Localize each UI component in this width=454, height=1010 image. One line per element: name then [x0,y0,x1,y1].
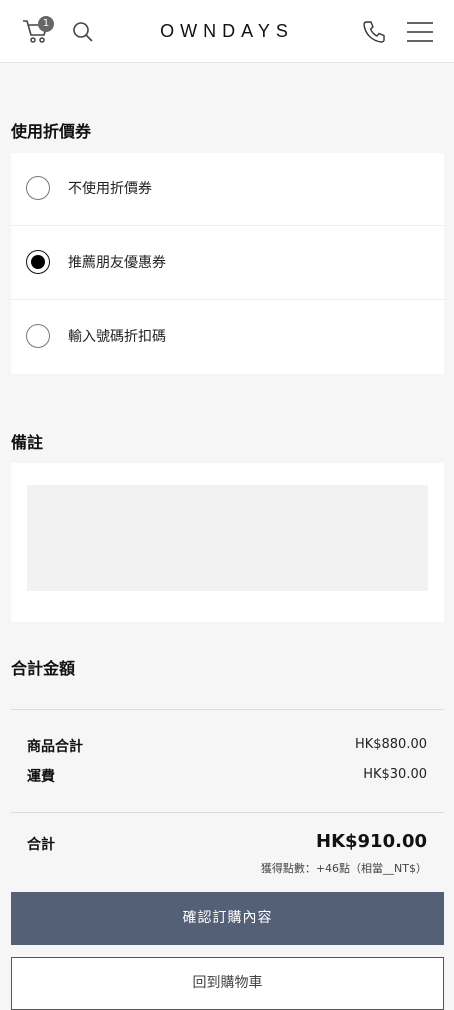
back-to-cart-button[interactable]: 回到購物車 [11,957,444,1010]
notes-card [11,463,444,622]
coupon-option-none[interactable]: 不使用折價券 [11,153,444,226]
site-header: 1 OWNDAYS [0,0,454,63]
coupon-section-title: 使用折價券 [11,122,92,141]
hamburger-menu-icon [407,22,433,42]
shipping-label: 運費 [27,769,55,785]
coupon-options-card: 不使用折價券 推薦朋友優惠券 輸入號碼折扣碼 [11,153,444,374]
phone-button[interactable] [362,20,386,44]
coupon-option-label: 不使用折價券 [68,181,152,197]
radio-button[interactable] [26,176,50,200]
radio-button-selected[interactable] [26,250,50,274]
total-value: HK$910.00 [316,831,427,852]
subtotal-label: 商品合計 [27,739,83,755]
coupon-option-referral[interactable]: 推薦朋友優惠券 [11,227,444,300]
summary-section-title: 合計金額 [11,659,76,678]
divider [11,812,444,813]
shipping-value: HK$30.00 [363,767,427,782]
points-earned-text: 獲得點數：+46點（相當__NT$） [260,862,427,875]
notes-textarea[interactable] [27,485,428,591]
coupon-option-label: 推薦朋友優惠券 [68,255,166,271]
menu-button[interactable] [406,20,434,44]
notes-section-title: 備註 [11,433,44,452]
radio-button[interactable] [26,324,50,348]
divider [11,709,444,710]
coupon-option-label: 輸入號碼折扣碼 [68,329,166,345]
phone-icon [363,21,385,43]
coupon-option-code[interactable]: 輸入號碼折扣碼 [11,301,444,374]
total-label: 合計 [27,837,55,853]
subtotal-value: HK$880.00 [354,737,427,752]
confirm-order-button[interactable]: 確認訂購內容 [11,892,444,945]
